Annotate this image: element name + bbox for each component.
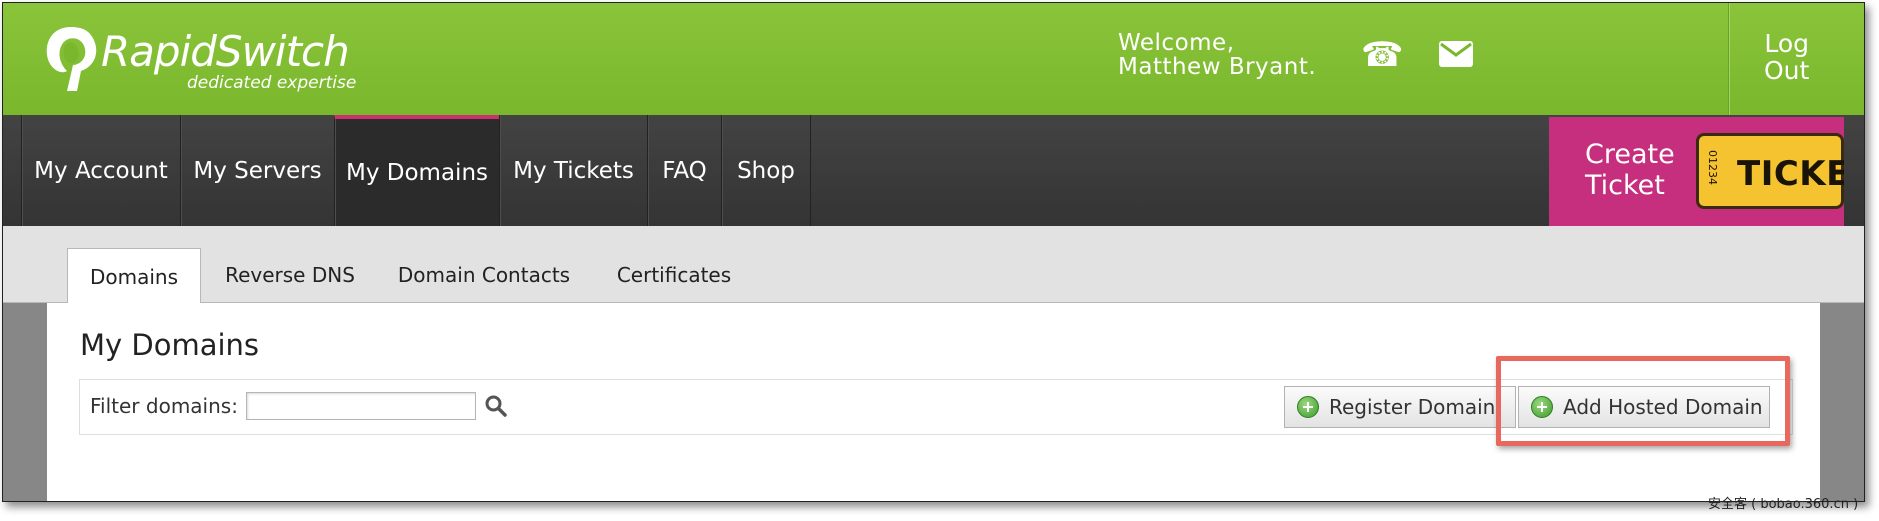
nav-label: My Tickets [513,157,634,184]
nav-shop[interactable]: Shop [721,115,811,226]
filter-domains-input[interactable] [246,392,476,420]
tab-label: Domain Contacts [397,263,571,287]
tab-reverse-dns[interactable]: Reverse DNS [209,248,371,302]
logout-container: Log Out [1729,3,1864,115]
nav-label: FAQ [662,157,707,184]
nav-label: My Account [34,157,168,184]
sub-tabs: Domains Reverse DNS Domain Contacts Cert… [3,226,1864,304]
ticket-number: 01234 [1706,150,1719,185]
create-ticket-button[interactable]: Create Ticket 01234 TICKET [1549,117,1844,226]
nav-my-servers[interactable]: My Servers [180,115,334,226]
user-name: Matthew Bryant. [1118,54,1317,80]
create-ticket-line2: Ticket [1585,170,1665,201]
tab-domain-contacts[interactable]: Domain Contacts [381,248,587,302]
tab-domains[interactable]: Domains [67,248,201,304]
ticket-icon: 01234 TICKET [1696,133,1844,209]
app-window: RapidSwitch dedicated expertise Welcome,… [2,2,1865,502]
tab-certificates[interactable]: Certificates [597,248,751,302]
plus-circle-icon [1297,396,1319,418]
mail-icon[interactable] [1439,41,1473,71]
logo-wordmark: RapidSwitch [101,27,350,76]
phone-icon[interactable]: ☎ [1361,35,1403,75]
tab-label: Domains [89,264,179,289]
create-ticket-label: Create Ticket [1585,139,1675,201]
welcome-message: Welcome, Matthew Bryant. [1118,31,1316,79]
create-ticket-line1: Create [1585,139,1675,170]
nav-my-tickets[interactable]: My Tickets [499,115,647,226]
main-nav: My Account My Servers My Domains My Tick… [3,115,1864,226]
logout-label-line1: Log [1764,29,1809,58]
register-domain-label: Register Domain [1329,395,1496,419]
logout-label-line2: Out [1764,56,1810,85]
nav-my-domains[interactable]: My Domains [334,115,499,226]
nav-label: My Servers [193,157,322,184]
watermark: 安全客 ( bobao.360.cn ) [1708,497,1859,512]
search-icon[interactable] [484,394,508,422]
page-title: My Domains [80,328,260,362]
nav-label: Shop [737,157,795,184]
nav-label: My Domains [346,159,488,186]
nav-faq[interactable]: FAQ [647,115,721,226]
ticket-word: TICKET [1737,154,1844,194]
logo[interactable]: RapidSwitch dedicated expertise [43,21,363,101]
annotation-highlight-box [1496,356,1790,446]
logo-mark-icon [46,27,97,91]
filter-label: Filter domains: [90,394,238,418]
welcome-line: Welcome, [1118,30,1235,56]
register-domain-button[interactable]: Register Domain [1284,386,1516,428]
header-bar: RapidSwitch dedicated expertise Welcome,… [3,3,1864,115]
nav-my-account[interactable]: My Account [21,115,180,226]
tab-label: Certificates [616,263,732,287]
tab-label: Reverse DNS [225,263,355,287]
logout-button[interactable]: Log Out [1764,30,1809,84]
logo-tagline: dedicated expertise [187,73,357,93]
